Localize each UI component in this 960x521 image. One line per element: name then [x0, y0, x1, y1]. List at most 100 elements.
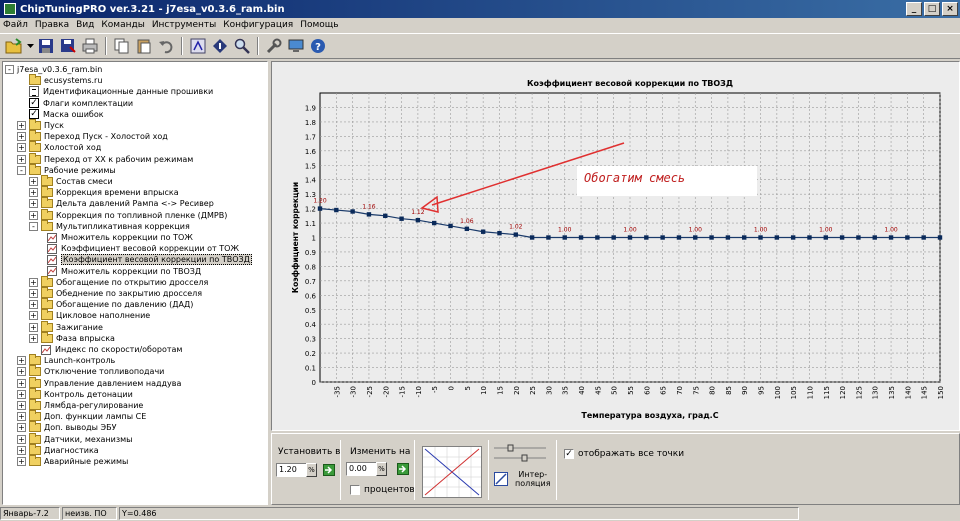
folder-icon	[41, 309, 53, 321]
tree-item-label: Отключение топливоподачи	[44, 367, 165, 377]
expand-icon[interactable]: +	[17, 132, 26, 142]
x-tick-label: -25	[366, 386, 374, 397]
expand-icon[interactable]: +	[29, 210, 38, 220]
info-icon	[213, 39, 227, 53]
tree-item[interactable]: - j7esa_v0.3.6_ram.bin	[5, 64, 102, 75]
collapse-icon[interactable]: -	[5, 65, 14, 74]
tree-item[interactable]: + Дельта давлений Рампа <-> Ресивер	[29, 197, 214, 209]
menu-edit[interactable]: Правка	[35, 20, 69, 30]
save-as-button[interactable]	[58, 36, 78, 56]
expand-icon[interactable]: +	[17, 143, 26, 153]
expand-icon[interactable]: +	[29, 333, 38, 343]
tree-item[interactable]: + Переход Пуск - Холостой ход	[17, 130, 168, 142]
menu-help[interactable]: Помощь	[300, 20, 338, 30]
print-button[interactable]	[80, 36, 100, 56]
tree-item[interactable]: + Коррекция времени впрыска	[29, 186, 179, 198]
tree-item[interactable]: - Мультипликативная коррекция	[29, 219, 190, 232]
undo-button[interactable]	[156, 36, 176, 56]
expand-icon[interactable]: +	[17, 412, 26, 422]
maximize-button[interactable]: □	[924, 2, 940, 16]
expand-icon[interactable]: +	[17, 154, 26, 164]
expand-icon[interactable]: +	[29, 277, 38, 287]
expand-icon[interactable]: +	[29, 311, 38, 321]
tree-item[interactable]: Коэффициент весовой коррекции от ТОЖ	[47, 243, 239, 254]
tree-item[interactable]: + Коррекция по топливной пленке (ДМРВ)	[29, 208, 227, 221]
tree-item[interactable]: Множитель коррекции по ТВОЗД	[47, 266, 201, 277]
menu-view[interactable]: Вид	[76, 20, 94, 30]
expand-icon[interactable]: +	[29, 300, 38, 310]
open-dropdown-button[interactable]	[26, 36, 34, 56]
show-all-points-checkbox[interactable]: ✓	[564, 449, 574, 459]
tree-item[interactable]: ecusystems.ru	[17, 74, 102, 86]
set-value-percent-spinner[interactable]: %	[306, 463, 317, 477]
tree-item[interactable]: + Доп. функции лампы CE	[17, 410, 147, 422]
data-point	[839, 235, 845, 240]
set-value-label: Установить в	[278, 447, 341, 457]
expand-icon[interactable]: +	[17, 389, 26, 399]
expand-icon[interactable]: +	[29, 322, 38, 332]
change-value-percent-spinner[interactable]: %	[376, 462, 387, 476]
copy-button[interactable]	[112, 36, 132, 56]
percent-checkbox[interactable]	[350, 485, 360, 495]
folder-icon	[41, 320, 53, 332]
expand-icon[interactable]: +	[17, 356, 26, 366]
expand-icon[interactable]: +	[17, 401, 26, 410]
tree-item[interactable]: Коэффициент весовой коррекции по ТВОЗД	[47, 254, 252, 266]
y-tick-label: 1.2	[305, 206, 316, 214]
expand-icon[interactable]: +	[17, 367, 26, 377]
tree-item[interactable]: + Обогащение по открытию дросселя	[29, 275, 208, 288]
menu-commands[interactable]: Команды	[101, 20, 144, 30]
tree-item-label: Доп. функции лампы CE	[44, 412, 147, 422]
expand-icon[interactable]: +	[29, 177, 38, 186]
help-button[interactable]: ?	[308, 36, 328, 56]
chart[interactable]: 00.10.20.30.40.50.60.70.80.911.11.21.31.…	[272, 62, 959, 430]
tree-item[interactable]: + Переход от ХХ к рабочим режимам	[17, 152, 193, 165]
interpolation-preview[interactable]	[422, 446, 482, 498]
find-button[interactable]	[188, 36, 208, 56]
x-tick-label: 100	[774, 386, 782, 399]
close-button[interactable]: ×	[942, 2, 958, 16]
minimize-button[interactable]: _	[906, 2, 922, 16]
interpolation-button[interactable]	[494, 472, 508, 486]
open-button[interactable]	[4, 36, 24, 56]
expand-icon[interactable]: +	[17, 378, 26, 388]
tools-button[interactable]	[264, 36, 284, 56]
menu-file[interactable]: Файл	[3, 20, 28, 30]
save-button[interactable]	[36, 36, 56, 56]
folder-icon	[41, 275, 53, 287]
tree-item[interactable]: Множитель коррекции по ТОЖ	[47, 232, 193, 243]
tree-item[interactable]: Идентификационные данные прошивки	[17, 86, 213, 98]
expand-icon[interactable]: +	[17, 434, 26, 444]
collapse-icon[interactable]: -	[29, 221, 38, 231]
expand-icon[interactable]: +	[29, 199, 38, 209]
menu-configuration[interactable]: Конфигурация	[223, 20, 293, 30]
apply-set-button[interactable]	[323, 464, 335, 476]
tree-item[interactable]: + Фаза впрыска	[29, 331, 115, 344]
paste-button[interactable]	[134, 36, 154, 56]
expand-icon[interactable]: +	[17, 457, 26, 466]
tree-item[interactable]: - Рабочие режимы	[17, 163, 116, 176]
chart-area[interactable]: 0 0.1 0.2 0.3 0.4 0.5 0.6 0.7 0.8 0.9 1 1.1 1.2 1.3 1.…	[271, 61, 960, 431]
zoom-button[interactable]	[232, 36, 252, 56]
tree-item[interactable]: + Обогащение по давлению (ДАД)	[29, 298, 193, 310]
info-button[interactable]	[210, 36, 230, 56]
apply-change-button[interactable]	[397, 463, 409, 475]
expand-icon[interactable]: +	[17, 445, 26, 455]
expand-icon[interactable]: +	[29, 289, 38, 298]
tree-item[interactable]: Индекс по скорости/оборотам	[29, 344, 182, 355]
expand-icon[interactable]: +	[17, 423, 26, 433]
dropdown-icon	[26, 44, 34, 48]
tree-item[interactable]: ✓ Флаги комплектации	[17, 98, 133, 109]
tree-item[interactable]: + Управление давлением наддува	[17, 376, 181, 389]
tree-item[interactable]: + Аварийные режимы	[17, 455, 128, 467]
expand-icon[interactable]: +	[29, 188, 38, 198]
collapse-icon[interactable]: -	[17, 165, 26, 175]
tree-item[interactable]: + Обеднение по закрытию дросселя	[29, 287, 202, 299]
monitor-button[interactable]	[286, 36, 306, 56]
tree-item[interactable]: + Отключение топливоподачи	[17, 365, 165, 377]
tree-item[interactable]: + Пуск	[17, 119, 64, 131]
tree-panel[interactable]: - j7esa_v0.3.6_ram.bin ecusystems.ru Иденти…	[2, 61, 268, 505]
menu-tools[interactable]: Инструменты	[152, 20, 216, 30]
y-tick-label: 1.6	[305, 148, 317, 156]
expand-icon[interactable]: +	[17, 121, 26, 130]
